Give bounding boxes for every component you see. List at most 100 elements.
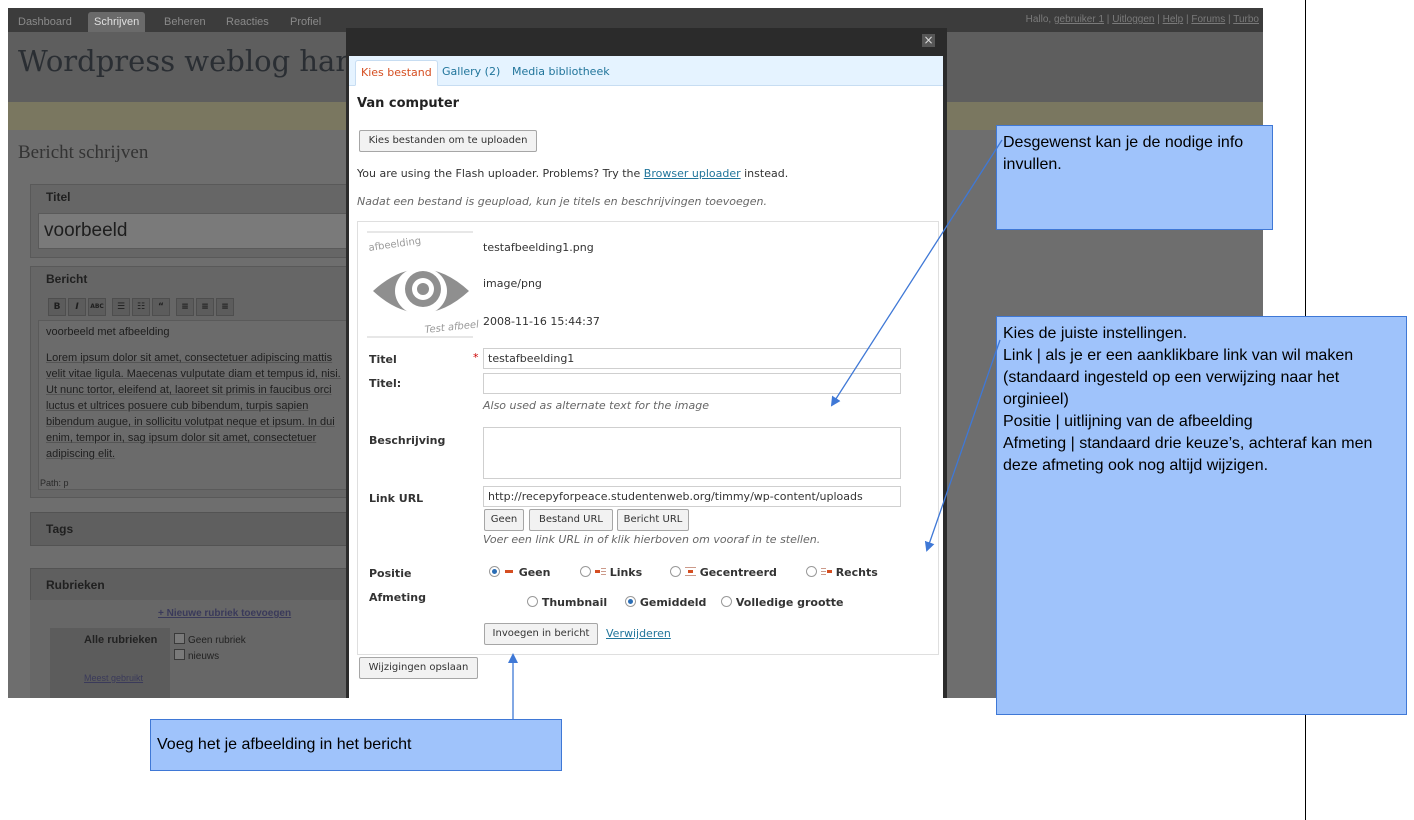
radio-icon[interactable] [580, 566, 591, 577]
align-center-icon [684, 567, 696, 576]
size-option-label: Thumbnail [541, 596, 608, 609]
tags-label: Tags [46, 522, 74, 536]
bold-button[interactable]: B [48, 298, 66, 316]
position-option-right[interactable]: Rechts [806, 566, 878, 579]
description-textarea[interactable] [483, 427, 901, 479]
size-label: Afmeting [369, 591, 426, 604]
radio-icon[interactable] [670, 566, 681, 577]
save-changes-button[interactable]: Wijzigingen opslaan [359, 657, 478, 679]
close-icon[interactable]: × [922, 34, 935, 47]
align-right-icon [820, 567, 832, 576]
radio-icon[interactable] [806, 566, 817, 577]
align-left-button[interactable]: ≡ [176, 298, 194, 316]
flash-uploader-note: You are using the Flash uploader. Proble… [357, 167, 788, 180]
radio-icon[interactable] [625, 596, 636, 607]
size-option-thumbnail[interactable]: Thumbnail [527, 596, 607, 609]
rubriek-option[interactable]: Geen rubriek [174, 633, 246, 646]
file-type: image/png [483, 277, 542, 290]
nav-tab-reacties[interactable]: Reacties [220, 12, 275, 32]
strikethrough-button[interactable]: ABC [88, 298, 106, 316]
delete-link[interactable]: Verwijderen [606, 627, 671, 640]
callout-settings: Kies de juiste instellingen. Link | als … [996, 316, 1407, 715]
media-modal: Kies bestand Gallery (2) Media bibliothe… [349, 56, 943, 698]
link-url-input[interactable]: http://recepyforpeace.studentenweb.org/t… [483, 486, 901, 507]
size-option-medium[interactable]: Gemiddeld [625, 596, 706, 609]
alt-text-input[interactable] [483, 373, 901, 394]
body-label: Bericht [46, 272, 88, 286]
alt-text-hint: Also used as alternate text for the imag… [483, 399, 709, 412]
rubriek-option-label: nieuws [188, 651, 220, 662]
nav-tab-beheren[interactable]: Beheren [158, 12, 212, 32]
editor-first-line: voorbeeld met afbeelding [46, 326, 170, 338]
tab-gallery[interactable]: Gallery (2) [437, 60, 505, 84]
radio-icon[interactable] [527, 596, 538, 607]
align-center-button[interactable]: ≡ [196, 298, 214, 316]
link-post-url-button[interactable]: Bericht URL [617, 509, 689, 531]
media-tabs: Kies bestand Gallery (2) Media bibliothe… [349, 56, 943, 86]
choose-files-button[interactable]: Kies bestanden om te uploaden [359, 130, 537, 152]
tab-alle-rubrieken[interactable]: Alle rubrieken [84, 634, 157, 646]
tags-panel-header[interactable] [30, 512, 362, 546]
nav-tab-schrijven[interactable]: Schrijven [88, 12, 146, 32]
position-option-label: Geen [518, 566, 551, 579]
align-none-icon [504, 567, 515, 576]
user-links: Hallo, gebruiker 1 | Uitloggen | Help | … [1025, 14, 1259, 25]
callout-insert: Voeg het je afbeelding in het bericht [150, 719, 562, 771]
link-none-button[interactable]: Geen [484, 509, 524, 531]
browser-uploader-link[interactable]: Browser uploader [644, 167, 741, 180]
editor-body-text: Lorem ipsum dolor sit amet, consectetuer… [46, 352, 341, 460]
title-label: Titel [46, 190, 71, 204]
numbered-list-button[interactable]: ☷ [132, 298, 150, 316]
link-url-hint: Voer een link URL in of klik hierboven o… [483, 533, 821, 546]
flash-note-text: You are using the Flash uploader. Proble… [357, 167, 641, 180]
title-field-label: Titel [369, 353, 397, 366]
turbo-link[interactable]: Turbo [1233, 14, 1259, 25]
rubriek-option-label: Geen rubriek [188, 635, 246, 646]
checkbox-icon[interactable] [174, 633, 185, 644]
italic-button[interactable]: I [68, 298, 86, 316]
editor-toolbar: B I ABC ☰ ☷ “ ≡ ≡ ≡ [46, 296, 356, 318]
position-option-label: Gecentreerd [699, 566, 777, 579]
new-rubriek-link[interactable]: + Nieuwe rubriek toevoegen [158, 608, 291, 619]
radio-icon[interactable] [489, 566, 500, 577]
align-left-icon [594, 567, 606, 576]
page-title: Bericht schrijven [18, 142, 149, 163]
checkbox-icon[interactable] [174, 649, 185, 660]
position-option-label: Rechts [835, 566, 878, 579]
radio-icon[interactable] [721, 596, 732, 607]
upload-hint: Nadat een bestand is geupload, kun je ti… [357, 195, 768, 208]
section-heading: Van computer [357, 96, 460, 111]
file-date: 2008-11-16 15:44:37 [483, 315, 600, 328]
callout-info: Desgewenst kan je de nodige info invulle… [996, 125, 1273, 230]
size-option-label: Gemiddeld [639, 596, 707, 609]
blockquote-button[interactable]: “ [152, 298, 170, 316]
site-title[interactable]: Wordpress weblog han [18, 44, 354, 78]
position-option-center[interactable]: Gecentreerd [670, 566, 777, 579]
eye-thumbnail-icon: afbeelding Test afbeel [361, 229, 480, 339]
greeting: Hallo, [1025, 14, 1052, 25]
link-file-url-button[interactable]: Bestand URL [529, 509, 613, 531]
insert-into-post-button[interactable]: Invoegen in bericht [484, 623, 598, 645]
position-option-none[interactable]: Geen [489, 566, 550, 579]
title-input[interactable]: testafbeelding1 [483, 348, 901, 369]
thumbnail-caption-bottom: Test afbeel [424, 319, 479, 336]
alt-field-label: Titel: [369, 377, 402, 390]
tab-meest-gebruikt[interactable]: Meest gebruikt [84, 673, 143, 683]
user-link[interactable]: gebruiker 1 [1054, 14, 1104, 25]
required-star-icon: * [473, 351, 479, 364]
align-right-button[interactable]: ≡ [216, 298, 234, 316]
forums-link[interactable]: Forums [1191, 14, 1225, 25]
description-label: Beschrijving [369, 434, 446, 447]
tab-kies-bestand[interactable]: Kies bestand [355, 60, 438, 86]
logout-link[interactable]: Uitloggen [1112, 14, 1154, 25]
link-url-label: Link URL [369, 492, 424, 505]
bullet-list-button[interactable]: ☰ [112, 298, 130, 316]
position-option-label: Links [609, 566, 643, 579]
nav-tab-profiel[interactable]: Profiel [284, 12, 327, 32]
size-option-full[interactable]: Volledige grootte [721, 596, 844, 609]
nav-tab-dashboard[interactable]: Dashboard [12, 12, 78, 32]
help-link[interactable]: Help [1163, 14, 1184, 25]
rubriek-option[interactable]: nieuws [174, 649, 219, 662]
position-option-left[interactable]: Links [580, 566, 642, 579]
tab-media-bibliotheek[interactable]: Media bibliotheek [507, 60, 615, 84]
